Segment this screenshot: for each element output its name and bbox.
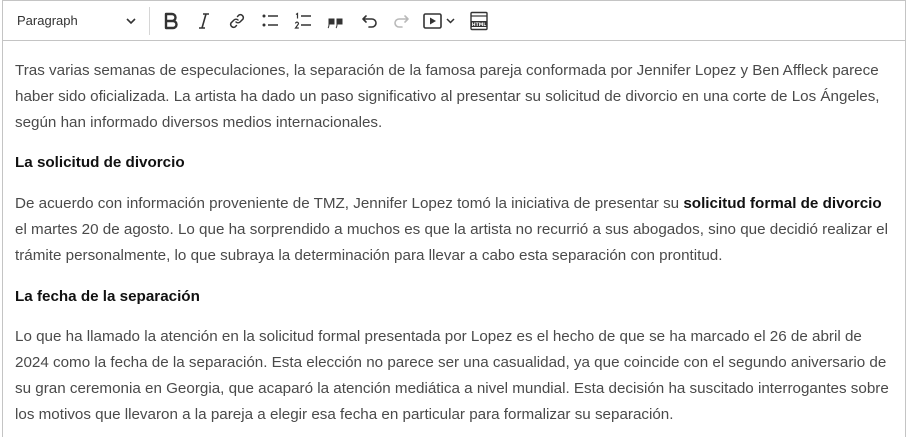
paragraph: Lo que ha llamado la atención en la soli…: [15, 328, 889, 423]
italic-icon: [198, 12, 209, 29]
heading-dropdown[interactable]: Paragraph: [9, 6, 143, 36]
editor-content[interactable]: Tras varias semanas de especulaciones, l…: [3, 41, 905, 428]
paragraph: Tras varias semanas de especulaciones, l…: [15, 62, 880, 131]
editor-toolbar: Paragraph HTML: [3, 1, 905, 41]
heading-dropdown-value: Paragraph: [17, 13, 78, 28]
redo-button[interactable]: [385, 6, 418, 36]
bold-text: solicitud formal de divorcio: [683, 195, 882, 213]
bold-icon: [164, 12, 178, 29]
undo-button[interactable]: [352, 6, 385, 36]
html-embed-icon: HTML: [469, 11, 488, 30]
redo-icon: [393, 14, 409, 28]
toolbar-separator: [149, 6, 150, 35]
rich-text-editor: Paragraph HTML Tras varias semanas de es…: [2, 0, 906, 437]
bulleted-list-icon: [262, 14, 278, 26]
numbered-list-button[interactable]: [286, 6, 319, 36]
link-button[interactable]: [220, 6, 253, 36]
paragraph: De acuerdo con información proveniente d…: [15, 195, 888, 264]
link-icon: [229, 13, 244, 28]
undo-icon: [361, 14, 377, 28]
media-embed-icon: [423, 12, 455, 29]
bulleted-list-button[interactable]: [253, 6, 286, 36]
heading: La fecha de la separación: [15, 287, 200, 305]
html-embed-label: HTML: [471, 22, 486, 28]
bold-button[interactable]: [154, 6, 187, 36]
chevron-down-icon: [126, 17, 136, 24]
italic-button[interactable]: [187, 6, 220, 36]
media-embed-button[interactable]: [418, 6, 462, 36]
html-embed-button[interactable]: HTML: [462, 6, 495, 36]
heading: La solicitud de divorcio: [15, 154, 185, 172]
numbered-list-icon: [293, 11, 311, 29]
blockquote-button[interactable]: [319, 6, 352, 36]
blockquote-icon: [327, 18, 342, 28]
